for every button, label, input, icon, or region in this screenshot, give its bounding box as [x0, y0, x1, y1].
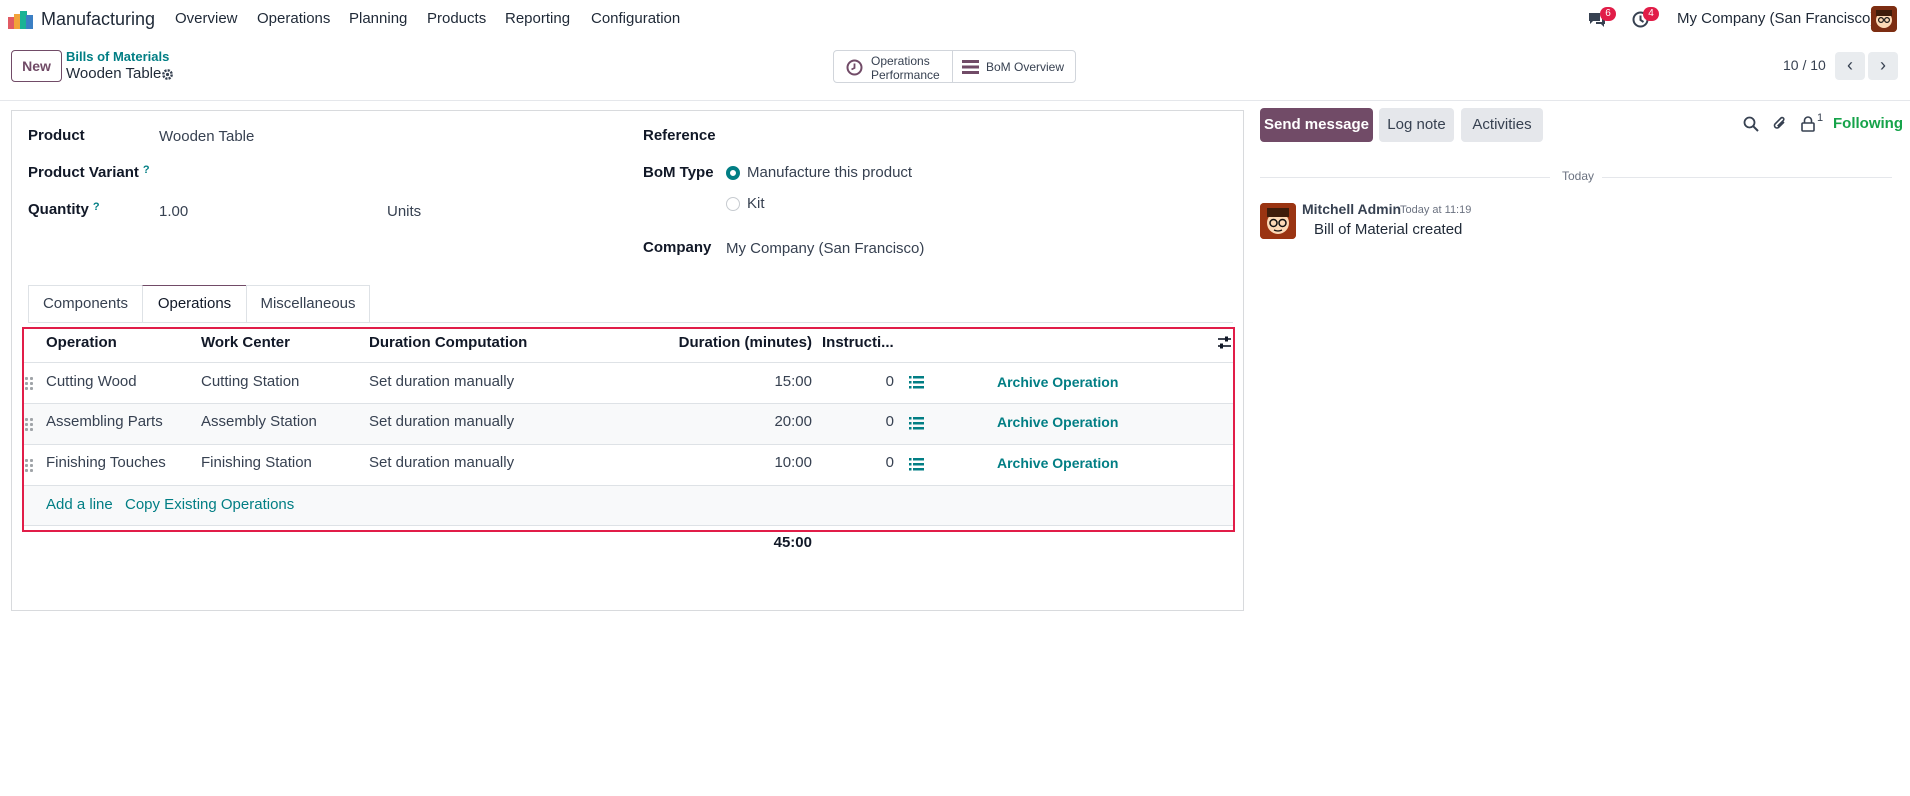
chevron-right-icon: ›	[1880, 55, 1886, 75]
tab-miscellaneous[interactable]: Miscellaneous	[246, 285, 370, 323]
chevron-left-icon: ‹	[1847, 55, 1853, 75]
menu-products[interactable]: Products	[427, 10, 486, 27]
bom-overview-button[interactable]: BoM Overview	[952, 50, 1076, 83]
log-note-button[interactable]: Log note	[1379, 108, 1454, 142]
company-switcher[interactable]: My Company (San Francisco)	[1677, 10, 1875, 27]
message-avatar[interactable]	[1260, 203, 1296, 239]
menu-configuration[interactable]: Configuration	[591, 10, 680, 27]
send-message-button[interactable]: Send message	[1260, 108, 1373, 142]
uom-field[interactable]: Units	[387, 203, 421, 220]
top-navbar: Manufacturing Overview Operations Planni…	[0, 0, 1910, 38]
reference-label: Reference	[643, 127, 716, 144]
menu-overview[interactable]: Overview	[175, 10, 238, 27]
bom-overview-label: BoM Overview	[986, 60, 1065, 74]
quantity-text: Quantity	[28, 201, 89, 218]
user-avatar[interactable]	[1871, 6, 1897, 32]
operations-performance-line2: Performance	[871, 68, 940, 82]
tab-components[interactable]: Components	[28, 285, 143, 323]
menu-operations[interactable]: Operations	[257, 10, 330, 27]
reference-field[interactable]	[725, 123, 1225, 149]
search-icon[interactable]	[1743, 116, 1759, 132]
manufacturing-app-icon[interactable]	[8, 11, 34, 29]
followers-icon[interactable]	[1801, 116, 1815, 132]
control-panel: New Bills of Materials Wooden Table Oper…	[0, 38, 1910, 101]
user-avatar-icon	[1871, 6, 1897, 32]
tab-operations[interactable]: Operations	[142, 285, 247, 323]
product-field[interactable]: Wooden Table	[159, 128, 254, 145]
quantity-field[interactable]: 1.00	[159, 203, 188, 220]
following-button[interactable]: Following	[1833, 115, 1903, 132]
total-duration: 45:00	[773, 534, 812, 551]
highlight-box	[22, 327, 1235, 532]
bom-type-kit-radio[interactable]	[726, 197, 740, 211]
menu-planning[interactable]: Planning	[349, 10, 407, 27]
pager-value[interactable]: 10 / 10	[1783, 57, 1826, 73]
message-body: Bill of Material created	[1314, 221, 1463, 238]
activities-button[interactable]: Activities	[1461, 108, 1543, 142]
pager-next-button[interactable]: ›	[1868, 52, 1898, 80]
bom-type-manufacture-radio[interactable]	[726, 166, 740, 180]
message-time: Today at 11:19	[1400, 204, 1472, 216]
company-field[interactable]: My Company (San Francisco)	[726, 240, 924, 257]
message-author[interactable]: Mitchell Admin	[1302, 201, 1401, 217]
gear-icon[interactable]	[161, 68, 174, 81]
operations-performance-line1: Operations	[871, 54, 930, 68]
bom-type-label: BoM Type	[643, 164, 714, 181]
product-variant-label: Product Variant?	[28, 164, 150, 181]
author-avatar-icon	[1260, 203, 1296, 239]
bom-type-kit-label[interactable]: Kit	[747, 195, 765, 212]
messages-badge: 6	[1600, 7, 1616, 21]
product-variant-help[interactable]: ?	[143, 164, 150, 176]
bars-icon	[962, 60, 979, 74]
menu-reporting[interactable]: Reporting	[505, 10, 570, 27]
quantity-help[interactable]: ?	[93, 201, 100, 213]
product-variant-field[interactable]	[159, 160, 609, 186]
product-label: Product	[28, 127, 85, 144]
new-button[interactable]: New	[11, 50, 62, 82]
pager-previous-button[interactable]: ‹	[1835, 52, 1865, 80]
date-separator-line	[1602, 177, 1892, 178]
operations-performance-button[interactable]: Operations Performance	[833, 50, 953, 83]
followers-count[interactable]: 1	[1817, 112, 1823, 124]
date-separator: Today	[1562, 169, 1595, 183]
bom-type-manufacture-label[interactable]: Manufacture this product	[747, 164, 912, 181]
product-variant-text: Product Variant	[28, 164, 139, 181]
activities-badge: 4	[1643, 7, 1659, 21]
company-label: Company	[643, 239, 712, 256]
clock-icon	[846, 59, 863, 76]
breadcrumb-bills-of-materials[interactable]: Bills of Materials	[66, 49, 169, 64]
record-name: Wooden Table	[66, 65, 162, 82]
quantity-label: Quantity?	[28, 201, 100, 218]
date-separator-line	[1260, 177, 1550, 178]
tabs-divider	[28, 322, 1233, 323]
paperclip-icon[interactable]	[1772, 115, 1788, 132]
app-name[interactable]: Manufacturing	[41, 9, 155, 30]
